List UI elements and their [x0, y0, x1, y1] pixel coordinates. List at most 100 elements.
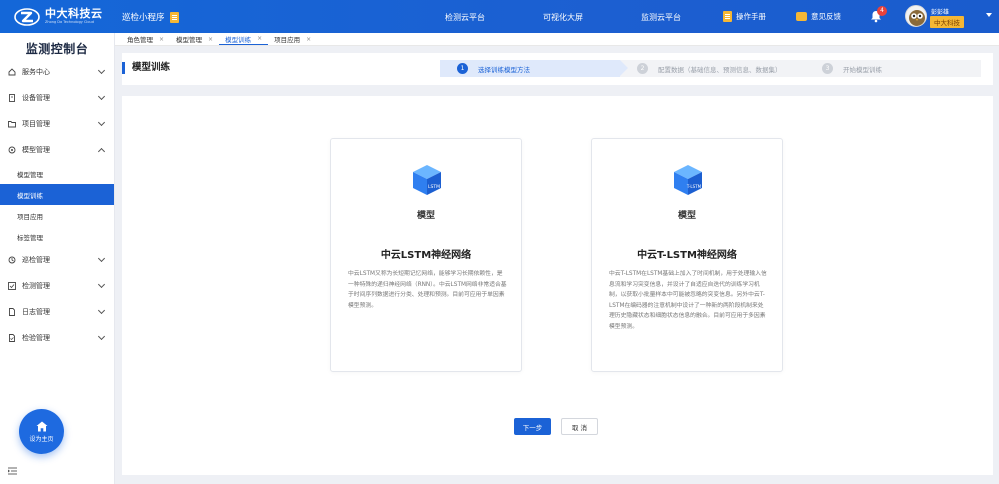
menu-collapse-icon[interactable]	[8, 467, 17, 475]
cube-model-icon: T-LSTM	[674, 165, 702, 195]
cube-model-icon: LSTM	[413, 165, 441, 195]
sidebar-item-label: 检测管理	[22, 282, 50, 290]
step-number: 1	[457, 63, 468, 74]
logo-icon	[14, 7, 40, 26]
nav-detection-cloud[interactable]: 检测云平台	[445, 12, 485, 23]
close-icon[interactable]: ×	[257, 35, 262, 42]
owl-avatar-icon	[909, 10, 925, 26]
tab-role-management[interactable]: 角色管理 ×	[121, 33, 170, 45]
card-description: 中云T-LSTM在LSTM基础上加入了时间机制，用于处理输入信息流和学习突变信息…	[609, 271, 767, 330]
log-icon	[9, 308, 15, 316]
user-org-badge: 中大科技	[930, 16, 964, 28]
set-home-button[interactable]: 设为主页	[19, 409, 64, 454]
inspection-icon	[8, 256, 16, 264]
step-2: 2 配置数据（基础信息、预测信息、数据集）	[620, 60, 813, 77]
model-card-lstm[interactable]: LSTM 模型 中云LSTM神经网络 中云LSTM又称为长短期记忆网络，能够学习…	[330, 138, 522, 372]
logo-subtitle: Zhong Da Technology Cloud	[45, 20, 94, 25]
next-button[interactable]: 下一步	[514, 418, 551, 435]
card-model-label: 模型	[416, 211, 435, 221]
step-label: 配置数据（基础信息、预测信息、数据集）	[658, 65, 782, 74]
notification-badge: 4	[877, 6, 887, 16]
nav-monitoring-cloud[interactable]: 监测云平台	[641, 12, 681, 23]
tab-project-application[interactable]: 项目应用 ×	[268, 33, 317, 45]
step-3: 3 开始模型训练	[805, 60, 981, 77]
tab-label: 模型训练	[225, 35, 252, 44]
close-icon[interactable]: ×	[208, 36, 213, 43]
tab-label: 项目应用	[274, 36, 301, 44]
card-model-label: 模型	[677, 211, 696, 221]
tab-bar: 角色管理 × 模型管理 × 模型训练 × 项目应用 ×	[115, 33, 999, 46]
chevron-down-icon	[97, 92, 106, 101]
cube-label: LSTM	[428, 184, 440, 190]
step-label: 开始模型训练	[843, 65, 882, 74]
sidebar-item-label: 设备管理	[22, 94, 50, 102]
tab-label: 角色管理	[127, 36, 153, 44]
tab-model-training[interactable]: 模型训练 ×	[219, 33, 269, 45]
sidebar-item-model[interactable]: 模型管理	[0, 137, 114, 163]
step-indicator: 1 选择训练模型方法 2 配置数据（基础信息、预测信息、数据集） 3 开始模型训…	[440, 60, 981, 77]
sidebar-subitem-tag-management[interactable]: 标签管理	[0, 226, 114, 247]
sidebar-item-label: 服务中心	[22, 68, 50, 76]
sidebar-item-label: 检验管理	[22, 334, 50, 342]
chevron-down-icon	[97, 280, 106, 289]
main-content: LSTM 模型 中云LSTM神经网络 中云LSTM又称为长短期记忆网络，能够学习…	[122, 96, 993, 475]
sidebar: 监测控制台 服务中心 设备管理 项目管理 模型管理 模型管理 模型训练 项目应用…	[0, 33, 115, 484]
avatar[interactable]	[905, 5, 927, 27]
document-check-icon	[9, 334, 15, 342]
sidebar-subitem-model-training[interactable]: 模型训练	[0, 184, 114, 205]
checkbox-icon	[8, 282, 16, 290]
feedback-icon	[796, 12, 807, 21]
cancel-button[interactable]: 取 消	[561, 418, 598, 435]
mini-program-link[interactable]: 巡检小程序	[122, 11, 179, 23]
feedback-link[interactable]: 意见反馈	[796, 11, 841, 22]
sidebar-item-service-center[interactable]: 服务中心	[0, 59, 114, 85]
manual-icon	[723, 11, 732, 22]
tab-label: 模型管理	[176, 36, 203, 44]
sidebar-item-label: 巡检管理	[22, 256, 50, 264]
feedback-label: 意见反馈	[811, 12, 841, 21]
device-icon	[9, 94, 15, 102]
logo-name: 中大科技云	[45, 7, 103, 21]
home-icon	[36, 421, 47, 431]
step-label: 选择训练模型方法	[478, 65, 530, 74]
sidebar-item-label: 项目管理	[22, 120, 50, 128]
sidebar-item-verification[interactable]: 检验管理	[0, 325, 114, 351]
close-icon[interactable]: ×	[306, 36, 311, 43]
mini-program-label: 巡检小程序	[122, 13, 165, 23]
user-name: 彭彭雄	[931, 9, 950, 16]
sidebar-subitem-model-management[interactable]: 模型管理	[0, 163, 114, 184]
user-menu-caret-icon[interactable]	[986, 13, 992, 17]
sidebar-item-label: 日志管理	[22, 308, 50, 316]
sidebar-item-device[interactable]: 设备管理	[0, 85, 114, 111]
logo[interactable]: 中大科技云 Zhong Da Technology Cloud	[0, 0, 115, 33]
console-title: 监测控制台	[25, 42, 89, 56]
close-icon[interactable]: ×	[159, 36, 164, 43]
manual-link[interactable]: 操作手册	[723, 11, 766, 22]
sidebar-item-detection[interactable]: 检测管理	[0, 273, 114, 299]
manual-label: 操作手册	[736, 12, 766, 21]
model-card-t-lstm[interactable]: T-LSTM 模型 中云T-LSTM神经网络 中云T-LSTM在LSTM基础上加…	[591, 138, 783, 372]
sidebar-item-inspection[interactable]: 巡检管理	[0, 247, 114, 273]
tab-model-management[interactable]: 模型管理 ×	[170, 33, 219, 45]
top-bar: 中大科技云 Zhong Da Technology Cloud 巡检小程序 检测…	[0, 0, 999, 33]
card-description: 中云LSTM又称为长短期记忆网络，能够学习长期依赖性，是一种特殊的递归神经网络（…	[348, 271, 507, 309]
chevron-down-icon	[97, 254, 106, 263]
cube-label: T-LSTM	[686, 184, 702, 189]
set-home-label: 设为主页	[29, 435, 54, 443]
chevron-down-icon	[97, 118, 106, 127]
page-title: 模型训练	[122, 62, 170, 74]
chevron-up-icon	[97, 147, 106, 156]
chevron-down-icon	[97, 332, 106, 341]
sidebar-item-project[interactable]: 项目管理	[0, 111, 114, 137]
sidebar-item-log[interactable]: 日志管理	[0, 299, 114, 325]
step-number: 3	[822, 63, 833, 74]
card-title: 中云T-LSTM神经网络	[637, 250, 737, 261]
home-icon	[8, 68, 16, 76]
page-header: 模型训练 1 选择训练模型方法 2 配置数据（基础信息、预测信息、数据集） 3 …	[122, 53, 993, 85]
sidebar-subitem-project-application[interactable]: 项目应用	[0, 205, 114, 226]
folder-icon	[8, 121, 16, 128]
mini-program-icon	[169, 11, 179, 23]
chevron-down-icon	[97, 306, 106, 315]
step-1: 1 选择训练模型方法	[440, 60, 628, 77]
nav-visual-screen[interactable]: 可视化大屏	[543, 12, 583, 23]
